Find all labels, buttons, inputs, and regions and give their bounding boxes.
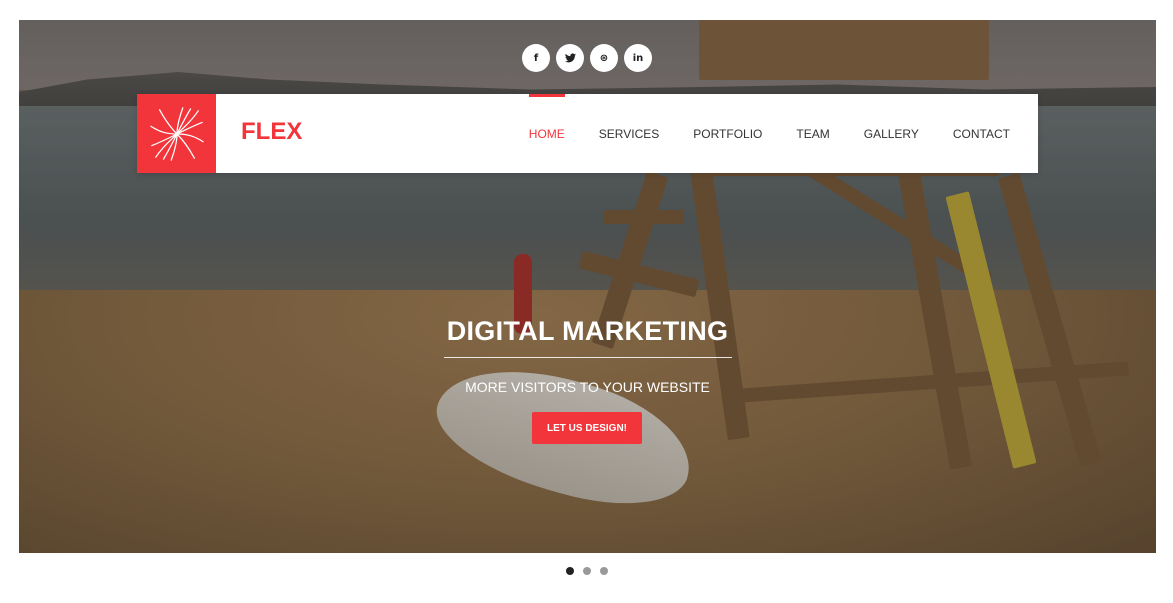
nav-item-services[interactable]: SERVICES [599, 94, 659, 173]
nav-item-label: GALLERY [863, 126, 919, 141]
linkedin-icon[interactable]: in [624, 44, 652, 72]
facebook-icon[interactable]: f [522, 44, 550, 72]
nav-item-label: HOME [528, 126, 565, 141]
logo[interactable] [137, 94, 216, 173]
nav-item-portfolio[interactable]: PORTFOLIO [693, 94, 762, 173]
social-links: f ⊛ in [522, 44, 652, 72]
hero-slider: f ⊛ in FLEX HOME SERVICES PORTFOLIO TEAM… [19, 20, 1156, 553]
nav-item-label: PORTFOLIO [693, 126, 763, 141]
hero-divider [444, 357, 732, 358]
nav-item-label: SERVICES [598, 126, 660, 141]
slide-dot-1[interactable] [566, 567, 574, 575]
slide-dot-3[interactable] [600, 567, 608, 575]
nav-item-contact[interactable]: CONTACT [953, 94, 1010, 173]
flower-logo-icon [149, 106, 204, 161]
hero-title: DIGITAL MARKETING [446, 316, 729, 346]
nav-item-gallery[interactable]: GALLERY [864, 94, 919, 173]
nav-item-home[interactable]: HOME [528, 94, 565, 173]
active-indicator [528, 94, 565, 97]
nav-item-team[interactable]: TEAM [796, 94, 829, 173]
twitter-bird-icon [564, 53, 576, 63]
dribbble-icon[interactable]: ⊛ [590, 44, 618, 72]
nav-menu: HOME SERVICES PORTFOLIO TEAM GALLERY CON… [495, 94, 1010, 173]
hero-subtitle: MORE VISITORS TO YOUR WEBSITE [465, 379, 710, 395]
cta-button[interactable]: LET US DESIGN! [532, 412, 642, 444]
slide-dot-2[interactable] [583, 567, 591, 575]
nav-item-label: TEAM [796, 126, 830, 141]
brand-name[interactable]: FLEX [241, 118, 302, 146]
twitter-icon[interactable] [556, 44, 584, 72]
main-navbar: FLEX HOME SERVICES PORTFOLIO TEAM GALLER… [137, 94, 1038, 173]
slider-pagination [566, 567, 608, 575]
nav-item-label: CONTACT [952, 126, 1010, 141]
